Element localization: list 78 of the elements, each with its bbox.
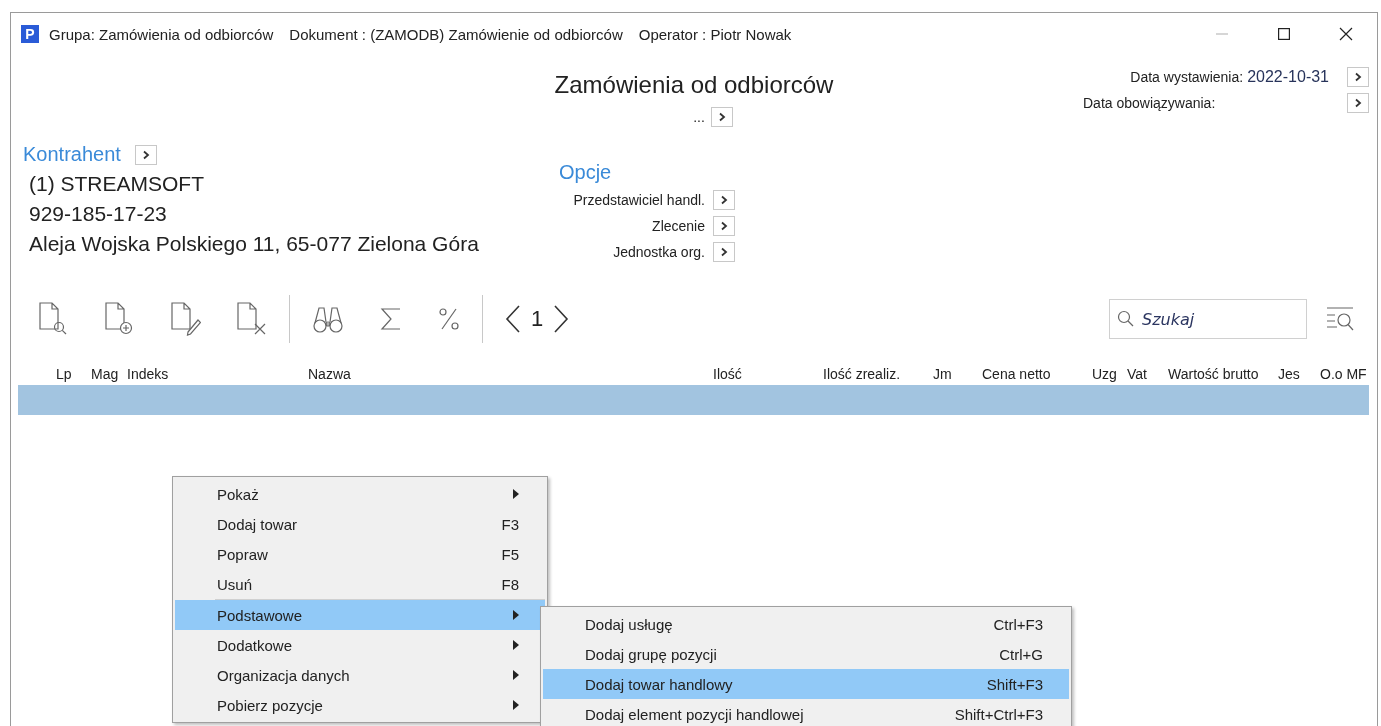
expand-button[interactable] [713, 216, 735, 236]
shortcut-text: Ctrl+F3 [993, 615, 1043, 633]
menu-item[interactable]: Popraw F5 [175, 539, 545, 569]
option-label: Zlecenie [652, 218, 705, 234]
expand-button[interactable] [1347, 67, 1369, 87]
app-logo: P [21, 25, 39, 43]
column-header[interactable]: Ilość [713, 366, 823, 382]
menu-item[interactable]: Pobierz pozycje [175, 690, 545, 720]
chevron-right-icon [720, 247, 728, 257]
document-edit-icon[interactable] [171, 302, 201, 336]
contractor-detail: Aleja Wojska Polskiego 11, 65-077 Zielona Góra [29, 232, 480, 256]
chevron-right-icon [720, 195, 728, 205]
search-field[interactable]: Szukaj [1109, 299, 1307, 339]
document-delete-icon[interactable] [237, 302, 267, 336]
column-header[interactable]: Jm [933, 366, 982, 382]
section-heading: Opcje [559, 161, 613, 184]
expand-button[interactable] [1347, 93, 1369, 113]
expand-button[interactable] [713, 190, 735, 210]
column-header[interactable]: Mag [91, 366, 127, 382]
filter-search-icon[interactable] [1325, 306, 1355, 332]
column-header[interactable]: Uzg [1092, 366, 1127, 382]
expand-button[interactable] [134, 144, 157, 165]
contractor-detail: (1) STREAMSOFT [29, 172, 205, 196]
close-icon [1339, 27, 1353, 41]
menu-item[interactable]: Organizacja danych [175, 660, 545, 690]
option-label: Przedstawiciel handl. [573, 192, 705, 208]
menu-item[interactable]: Podstawowe [175, 600, 545, 630]
maximize-icon [1278, 28, 1290, 40]
column-header[interactable]: Wartość brutto [1168, 366, 1278, 382]
column-header[interactable]: Vat [1127, 366, 1168, 382]
shortcut-text: Shift+Ctrl+F3 [954, 705, 1043, 723]
previous-page-icon[interactable] [505, 304, 521, 334]
shortcut-text: F8 [501, 575, 519, 593]
window-title: Grupa: Zamówienia od odbiorców [49, 25, 274, 43]
expand-button[interactable] [710, 107, 733, 127]
column-header[interactable]: Indeks [127, 366, 308, 382]
binoculars-icon[interactable] [312, 304, 344, 334]
shortcut-text: Shift+F3 [986, 675, 1043, 693]
shortcut-text: Ctrl+G [999, 645, 1043, 663]
chevron-right-icon [1354, 72, 1362, 82]
date-value: 2022-10-31 [1247, 68, 1329, 86]
menu-item[interactable]: Pokaż [175, 479, 545, 509]
document-title: Zamówienia od odbiorców [554, 71, 834, 99]
date-label: Data obowiązywania: [1083, 95, 1216, 111]
percent-icon[interactable] [438, 306, 460, 332]
date-label: Data wystawienia: [1130, 69, 1244, 85]
chevron-right-icon [720, 221, 728, 231]
window-title: Operator : Piotr Nowak [638, 25, 792, 43]
menu-item[interactable]: Dodaj grupę pozycji Ctrl+G [543, 639, 1069, 669]
shortcut-text: F5 [501, 545, 519, 563]
column-header[interactable]: Nazwa [308, 366, 713, 382]
column-header[interactable]: Ilość zrealiz. [823, 366, 933, 382]
sigma-icon[interactable] [380, 306, 402, 332]
menu-item[interactable]: Dodaj towar F3 [175, 509, 545, 539]
column-header[interactable]: Jes [1278, 366, 1320, 382]
chevron-right-icon [1354, 98, 1362, 108]
document-number: ... [693, 109, 705, 125]
document-search-icon[interactable] [39, 302, 69, 336]
next-page-icon[interactable] [553, 304, 570, 334]
chevron-right-icon [141, 149, 150, 160]
column-header[interactable]: Lp [56, 366, 91, 382]
chevron-right-icon [717, 112, 726, 122]
menu-item[interactable]: Dodaj element pozycji handlowej Shift+Ctrl+F3 [543, 699, 1069, 726]
document-add-icon[interactable] [105, 302, 135, 336]
menu-item[interactable]: Dodaj towar handlowy Shift+F3 [543, 669, 1069, 699]
menu-item[interactable]: Dodaj usługę Ctrl+F3 [543, 609, 1069, 639]
section-heading: Kontrahent [23, 143, 121, 166]
contractor-detail: 929-185-17-23 [29, 202, 168, 226]
search-icon [1117, 310, 1135, 328]
column-header[interactable]: Cena netto [982, 366, 1092, 382]
page-number: 1 [531, 306, 544, 332]
window-title: Dokument : (ZAMODB) Zamówienie od odbiorców [289, 25, 623, 43]
menu-item[interactable]: Dodatkowe [175, 630, 545, 660]
column-header[interactable]: O.o MF [1320, 366, 1370, 382]
expand-button[interactable] [713, 242, 735, 262]
option-label: Jednostka org. [613, 244, 705, 260]
menu-item[interactable]: Usuń F8 [175, 569, 545, 599]
shortcut-text: F3 [501, 515, 519, 533]
